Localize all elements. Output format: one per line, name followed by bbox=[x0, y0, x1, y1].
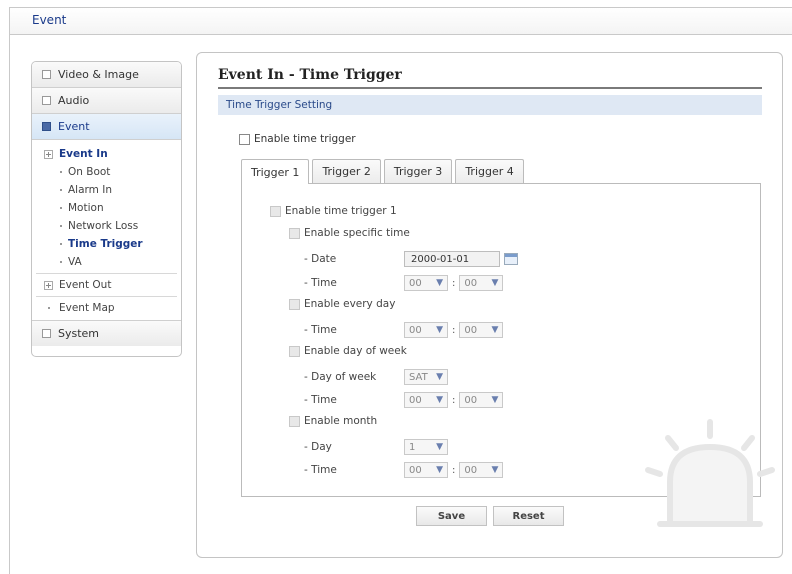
bullet-icon bbox=[60, 207, 62, 209]
time-row-4: - Time 00 ▼ : 00 ▼ bbox=[304, 462, 504, 478]
tree-plus-icon bbox=[44, 280, 53, 290]
time-label: - Time bbox=[304, 277, 337, 289]
time-label: - Time bbox=[304, 394, 337, 406]
sidebar-item-network-loss[interactable]: Network Loss bbox=[32, 217, 181, 235]
chevron-down-icon: ▼ bbox=[491, 278, 499, 288]
sidebar-item-on-boot[interactable]: On Boot bbox=[32, 163, 181, 181]
sidebar-item-motion[interactable]: Motion bbox=[32, 199, 181, 217]
time-row-2: - Time 00 ▼ : 00 ▼ bbox=[304, 322, 504, 338]
every-day-row[interactable]: Enable every day bbox=[289, 298, 395, 310]
sidebar-item-va[interactable]: VA bbox=[32, 253, 181, 271]
sidebar-item-event-in[interactable]: Event In bbox=[32, 145, 181, 163]
tab-trigger-3[interactable]: Trigger 3 bbox=[383, 159, 453, 183]
tab-trigger-4[interactable]: Trigger 4 bbox=[455, 159, 524, 183]
collapse-square-icon bbox=[42, 122, 51, 131]
day-label: - Day bbox=[304, 441, 332, 453]
chevron-down-icon: ▼ bbox=[491, 325, 499, 335]
date-label: - Date bbox=[304, 253, 337, 265]
reset-button[interactable]: Reset bbox=[493, 506, 564, 526]
sidebar-item-event[interactable]: Event bbox=[32, 114, 181, 140]
colon-separator: : bbox=[452, 277, 456, 289]
minute-select[interactable]: 00 ▼ bbox=[459, 392, 504, 408]
hour-select[interactable]: 00 ▼ bbox=[404, 275, 448, 291]
expand-square-icon bbox=[42, 96, 51, 105]
dow-label: - Day of week bbox=[304, 371, 377, 383]
date-row: - Date 2000-01-01 bbox=[304, 251, 518, 267]
enable-trigger-checkbox[interactable] bbox=[270, 205, 281, 217]
section-header: Time Trigger Setting bbox=[218, 95, 762, 115]
hour-select[interactable]: 00 ▼ bbox=[404, 392, 448, 408]
trigger-tabs: Trigger 1 Trigger 2 Trigger 3 Trigger 4 bbox=[241, 159, 527, 184]
tab-trigger-1[interactable]: Trigger 1 bbox=[241, 159, 310, 184]
colon-separator: : bbox=[452, 324, 456, 336]
day-select[interactable]: 1 ▼ bbox=[404, 439, 448, 455]
chevron-down-icon: ▼ bbox=[436, 395, 443, 405]
page-header-title: Event bbox=[32, 13, 67, 27]
specific-time-row[interactable]: Enable specific time bbox=[289, 227, 410, 239]
sidebar-item-audio[interactable]: Audio bbox=[32, 88, 181, 114]
colon-separator: : bbox=[452, 394, 456, 406]
bullet-icon bbox=[60, 189, 62, 191]
tab-trigger-2[interactable]: Trigger 2 bbox=[312, 159, 381, 183]
time-label: - Time bbox=[304, 464, 337, 476]
chevron-down-icon: ▼ bbox=[491, 395, 499, 405]
top-bar: Event bbox=[9, 7, 792, 35]
expand-square-icon bbox=[42, 329, 51, 338]
time-row-1: - Time 00 ▼ : 00 ▼ bbox=[304, 275, 504, 291]
time-row-3: - Time 00 ▼ : 00 ▼ bbox=[304, 392, 504, 408]
enable-trigger-row[interactable]: Enable time trigger 1 bbox=[270, 205, 397, 217]
sidebar-item-video-image[interactable]: Video & Image bbox=[32, 62, 181, 88]
calendar-icon[interactable] bbox=[504, 253, 518, 265]
day-of-week-select[interactable]: SAT ▼ bbox=[404, 369, 448, 385]
sidebar-item-event-out[interactable]: Event Out bbox=[32, 276, 181, 294]
enable-time-trigger-checkbox[interactable] bbox=[239, 133, 250, 145]
colon-separator: : bbox=[452, 464, 456, 476]
chevron-down-icon: ▼ bbox=[436, 372, 443, 382]
frame-left-border bbox=[9, 34, 10, 574]
bullet-icon bbox=[60, 243, 62, 245]
hour-select[interactable]: 00 ▼ bbox=[404, 462, 448, 478]
every-day-checkbox[interactable] bbox=[289, 298, 300, 310]
chevron-down-icon: ▼ bbox=[436, 442, 443, 452]
divider bbox=[36, 296, 177, 297]
minute-select[interactable]: 00 ▼ bbox=[459, 322, 504, 338]
date-input[interactable]: 2000-01-01 bbox=[404, 251, 500, 267]
day-of-week-checkbox[interactable] bbox=[289, 345, 300, 357]
expand-square-icon bbox=[42, 70, 51, 79]
sidebar-item-time-trigger[interactable]: Time Trigger bbox=[32, 235, 181, 253]
day-select-row: - Day 1 ▼ bbox=[304, 439, 448, 455]
chevron-down-icon: ▼ bbox=[436, 465, 443, 475]
sidebar-item-alarm-in[interactable]: Alarm In bbox=[32, 181, 181, 199]
page-title: Event In - Time Trigger bbox=[218, 67, 402, 83]
bullet-icon bbox=[48, 307, 50, 309]
specific-time-checkbox[interactable] bbox=[289, 227, 300, 239]
month-row[interactable]: Enable month bbox=[289, 415, 377, 427]
save-button[interactable]: Save bbox=[416, 506, 487, 526]
bullet-icon bbox=[60, 261, 62, 263]
chevron-down-icon: ▼ bbox=[436, 278, 443, 288]
dow-select-row: - Day of week SAT ▼ bbox=[304, 369, 448, 385]
sidebar: Video & Image Audio Event Event In On Bo… bbox=[31, 61, 182, 357]
divider bbox=[36, 273, 177, 274]
sidebar-item-event-map[interactable]: Event Map bbox=[32, 299, 181, 317]
time-label: - Time bbox=[304, 324, 337, 336]
chevron-down-icon: ▼ bbox=[491, 465, 499, 475]
day-of-week-row[interactable]: Enable day of week bbox=[289, 345, 407, 357]
sidebar-item-system[interactable]: System bbox=[32, 320, 181, 346]
alarm-light-watermark-icon bbox=[645, 419, 775, 527]
bullet-icon bbox=[60, 171, 62, 173]
event-submenu: Event In On Boot Alarm In Motion Network… bbox=[32, 140, 181, 320]
title-rule bbox=[218, 87, 762, 89]
chevron-down-icon: ▼ bbox=[436, 325, 443, 335]
minute-select[interactable]: 00 ▼ bbox=[459, 462, 504, 478]
bullet-icon bbox=[60, 225, 62, 227]
tree-plus-icon bbox=[44, 149, 53, 159]
month-checkbox[interactable] bbox=[289, 415, 300, 427]
hour-select[interactable]: 00 ▼ bbox=[404, 322, 448, 338]
minute-select[interactable]: 00 ▼ bbox=[459, 275, 504, 291]
enable-time-trigger[interactable]: Enable time trigger bbox=[239, 133, 356, 145]
